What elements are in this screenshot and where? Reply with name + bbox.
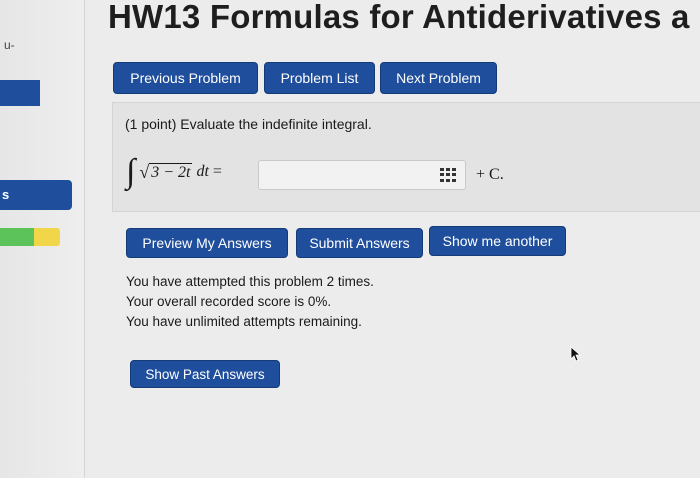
differential: dt xyxy=(196,163,209,180)
sidebar-text: u- xyxy=(4,38,15,52)
submit-answers-button[interactable]: Submit Answers xyxy=(296,228,423,258)
page-title: HW13 Formulas for Antiderivatives a xyxy=(108,0,690,35)
preview-answers-button[interactable]: Preview My Answers xyxy=(126,228,288,258)
mouse-pointer-icon xyxy=(570,346,582,362)
equation-editor-grid-icon[interactable] xyxy=(440,168,456,182)
sidebar: u- s xyxy=(0,0,85,478)
show-past-answers-button[interactable]: Show Past Answers xyxy=(130,360,280,388)
integral-sign: ∫ xyxy=(126,153,136,190)
attempt-status: You have attempted this problem 2 times.… xyxy=(126,272,374,332)
answer-input[interactable] xyxy=(258,160,466,190)
next-problem-button[interactable]: Next Problem xyxy=(380,62,497,94)
sqrt-symbol: √ xyxy=(139,161,150,182)
progress-bar xyxy=(0,228,60,246)
radicand: 3 − 2t xyxy=(149,162,193,181)
progress-partial-segment xyxy=(34,228,60,246)
score-text: Your overall recorded score is 0%. xyxy=(126,294,332,309)
equals-sign: = xyxy=(212,163,222,180)
remaining-text: You have unlimited attempts remaining. xyxy=(126,314,362,329)
progress-complete-segment xyxy=(0,228,34,246)
constant-of-integration: + C. xyxy=(476,166,504,183)
problem-statement: (1 point) Evaluate the indefinite integr… xyxy=(125,116,372,132)
attempts-text: You have attempted this problem 2 times. xyxy=(126,274,374,289)
previous-problem-button[interactable]: Previous Problem xyxy=(113,62,258,94)
problem-list-button[interactable]: Problem List xyxy=(264,62,375,94)
sidebar-item[interactable]: s xyxy=(0,180,72,210)
integral-expression: ∫ √ 3 − 2t dt = xyxy=(126,150,222,194)
sidebar-active-block[interactable] xyxy=(0,80,40,106)
show-another-button[interactable]: Show me another xyxy=(429,226,566,256)
